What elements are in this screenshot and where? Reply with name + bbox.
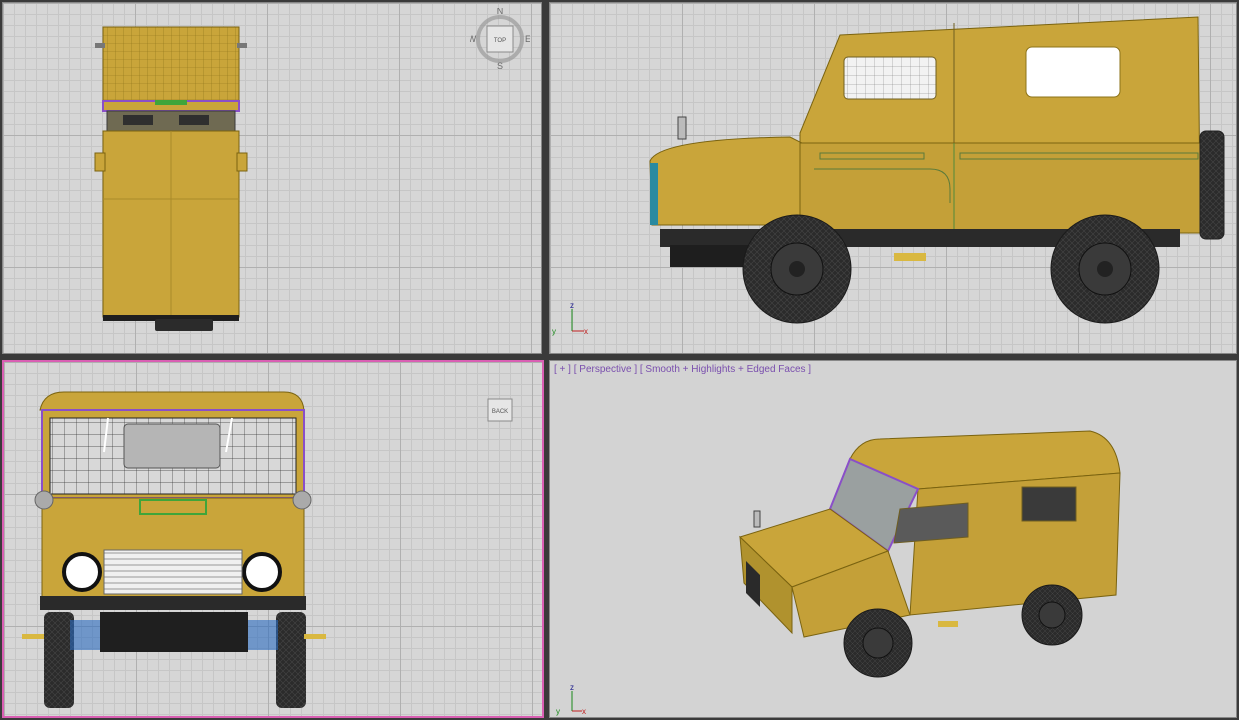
viewcube-top[interactable]: N S E W TOP bbox=[468, 6, 531, 71]
compass-east: E bbox=[525, 34, 530, 44]
svg-text:x: x bbox=[582, 707, 586, 716]
compass-north: N bbox=[497, 8, 504, 16]
vehicle-perspective-view bbox=[739, 430, 1121, 678]
svg-text:z: z bbox=[570, 683, 574, 692]
compass-west: W bbox=[470, 34, 477, 44]
viewport-back[interactable]: BACK bbox=[2, 360, 544, 718]
svg-text:y: y bbox=[556, 707, 560, 716]
rear-wheel bbox=[1050, 214, 1160, 324]
persp-rear-wheel bbox=[1021, 584, 1083, 646]
svg-text:z: z bbox=[570, 301, 574, 310]
svg-text:x: x bbox=[584, 327, 588, 336]
vehicle-top-view bbox=[94, 26, 248, 331]
svg-text:y: y bbox=[552, 327, 556, 336]
front-wheel bbox=[742, 214, 852, 324]
persp-front-wheel bbox=[843, 608, 913, 678]
viewcube-back-label: BACK bbox=[492, 409, 508, 415]
axis-tripod-perspective: z y x bbox=[556, 683, 586, 716]
viewport-top[interactable]: N S E W TOP bbox=[2, 2, 542, 354]
viewport-perspective[interactable]: [ + ] [ Perspective ] [ Smooth + Highlig… bbox=[549, 360, 1237, 718]
axis-tripod-left: z y x bbox=[552, 301, 588, 336]
viewport-left[interactable]: z y x bbox=[549, 2, 1237, 354]
vehicle-side-view bbox=[649, 16, 1225, 324]
viewcube-top-label: TOP bbox=[494, 38, 506, 44]
viewcube-back[interactable]: BACK bbox=[485, 396, 517, 426]
vehicle-back-view bbox=[22, 391, 326, 708]
compass-south: S bbox=[497, 61, 503, 70]
